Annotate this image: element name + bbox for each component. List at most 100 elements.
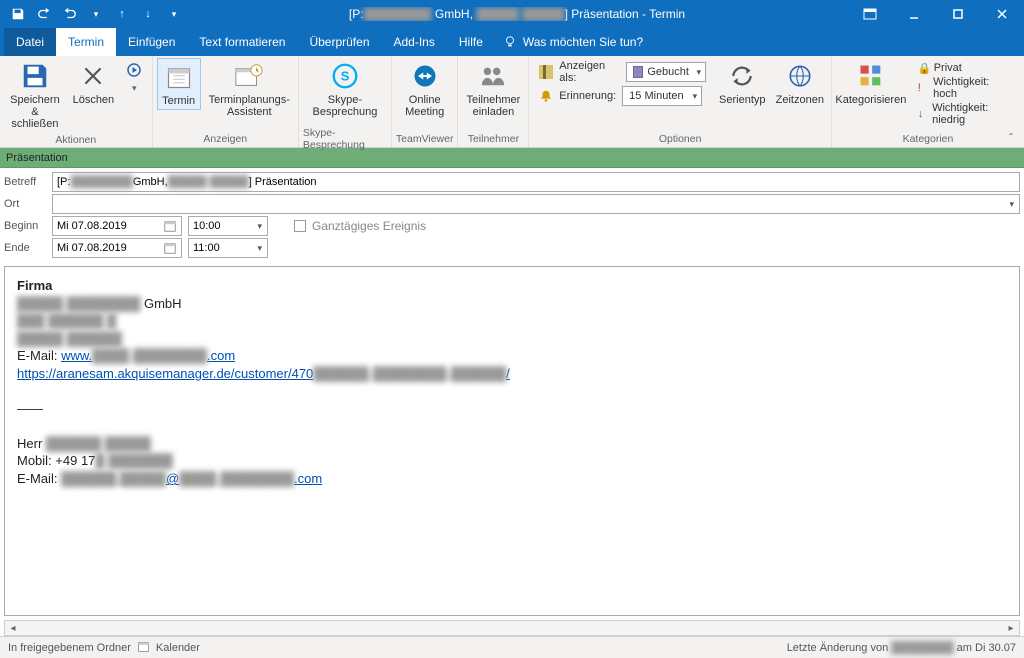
importance-low-button[interactable]: ↓Wichtigkeit: niedrig <box>918 102 1012 126</box>
tab-einfuegen[interactable]: Einfügen <box>116 28 187 56</box>
forward-menu-button[interactable]: ▾ <box>121 58 148 96</box>
firma-heading: Firma <box>17 278 52 293</box>
save-close-icon <box>19 60 51 92</box>
save-close-button[interactable]: Speichern & schließen <box>4 58 66 132</box>
private-button[interactable]: 🔒Privat <box>918 62 1012 74</box>
separator: —— <box>17 400 1007 418</box>
prev-item-icon[interactable]: ↑ <box>110 2 134 26</box>
exclamation-icon: ! <box>918 82 929 94</box>
importance-high-button[interactable]: !Wichtigkeit: hoch <box>918 76 1012 100</box>
skype-icon: S <box>329 60 361 92</box>
attendees-icon <box>477 60 509 92</box>
tab-termin[interactable]: Termin <box>56 28 116 56</box>
recurrence-icon <box>726 60 758 92</box>
minimize-icon[interactable] <box>892 0 936 28</box>
tell-me[interactable]: Was möchten Sie tun? <box>495 28 651 56</box>
timezones-button[interactable]: Zeitzonen <box>773 58 827 108</box>
termin-view-button[interactable]: Termin <box>157 58 201 110</box>
calendar-icon <box>163 61 195 93</box>
crm-link[interactable]: https://aranesam.akquisemanager.de/custo… <box>17 366 510 381</box>
last-change-status: Letzte Änderung von ████████ am Di 30.07 <box>787 642 1016 654</box>
recurrence-button[interactable]: Serientyp <box>716 58 769 108</box>
delete-icon <box>77 60 109 92</box>
ribbon-display-icon[interactable] <box>848 0 892 28</box>
lock-icon: 🔒 <box>918 62 930 74</box>
categorize-button[interactable]: Kategorisieren <box>836 58 906 108</box>
skype-meeting-button[interactable]: S Skype- Besprechung <box>308 58 381 120</box>
calendar-status: Kalender <box>156 642 200 654</box>
start-date-input[interactable]: Mi 07.08.2019 <box>52 216 182 236</box>
allday-label: Ganztägiges Ereignis <box>312 219 426 233</box>
ribbon-collapse-icon[interactable]: ˆ <box>1004 131 1018 145</box>
teamviewer-icon <box>409 60 441 92</box>
scroll-left-icon[interactable]: ◂ <box>5 623 21 634</box>
scheduling-assistant-button[interactable]: Terminplanungs- Assistent <box>205 58 294 120</box>
reminder-bell-icon <box>539 89 553 103</box>
ribbon: Speichern & schließen Löschen ▾ Aktionen… <box>0 56 1024 148</box>
invite-attendees-button[interactable]: Teilnehmer einladen <box>462 58 524 120</box>
end-label: Ende <box>4 242 46 254</box>
window-controls <box>848 0 1024 28</box>
contact-email-link[interactable]: ██████.█████@████-████████.com <box>61 471 322 486</box>
status-bar: In freigegebenem Ordner Kalender Letzte … <box>0 636 1024 658</box>
folder-status: In freigegebenem Ordner <box>8 642 131 654</box>
tab-file[interactable]: Datei <box>4 28 56 56</box>
svg-text:S: S <box>341 69 350 84</box>
group-kategorien: Kategorisieren 🔒Privat !Wichtigkeit: hoc… <box>832 56 1024 147</box>
tab-ueberpruefen[interactable]: Überprüfen <box>297 28 381 56</box>
calendar-picker-icon[interactable] <box>163 219 177 236</box>
appointment-body[interactable]: Firma █████ ████████ GmbH ███ ██████ █ █… <box>4 266 1020 616</box>
teamviewer-meeting-button[interactable]: Online Meeting <box>401 58 448 120</box>
tab-hilfe[interactable]: Hilfe <box>447 28 495 56</box>
group-label-teilnehmer: Teilnehmer <box>468 131 519 147</box>
location-input[interactable]: ▾ <box>52 194 1020 214</box>
allday-checkbox[interactable] <box>294 220 306 232</box>
chevron-down-icon[interactable]: ▾ <box>1009 199 1014 210</box>
delete-button[interactable]: Löschen <box>70 58 117 108</box>
quick-access-toolbar: ▾ ↑ ↓ ▾ <box>0 2 186 26</box>
end-date-input[interactable]: Mi 07.08.2019 <box>52 238 182 258</box>
next-item-icon[interactable]: ↓ <box>136 2 160 26</box>
undo-icon[interactable] <box>32 2 56 26</box>
title-bar: ▾ ↑ ↓ ▾ [P:████████ GmbH, █████ █████] P… <box>0 0 1024 28</box>
group-label-optionen: Optionen <box>659 131 702 147</box>
reminder-label: Erinnerung: <box>559 90 616 102</box>
ribbon-tabs: Datei Termin Einfügen Text formatieren Ü… <box>0 28 1024 56</box>
scheduling-icon <box>233 60 265 92</box>
start-time-input[interactable]: 10:00 <box>188 216 268 236</box>
categorize-icon <box>855 60 887 92</box>
horizontal-scrollbar[interactable]: ◂ ▸ <box>4 620 1020 636</box>
group-skype: S Skype- Besprechung Skype-Besprechung <box>299 56 392 147</box>
reminder-select[interactable]: 15 Minuten <box>622 86 702 106</box>
group-optionen: Anzeigen als: Gebucht Erinnerung: 15 Min… <box>529 56 832 147</box>
tab-text-formatieren[interactable]: Text formatieren <box>187 28 297 56</box>
calendar-picker-icon[interactable] <box>163 241 177 258</box>
close-icon[interactable] <box>980 0 1024 28</box>
category-bar: Präsentation <box>0 148 1024 168</box>
group-teamviewer: Online Meeting TeamViewer <box>392 56 459 147</box>
qat-more-icon[interactable]: ▾ <box>84 2 108 26</box>
lightbulb-icon <box>503 35 517 49</box>
save-icon[interactable] <box>6 2 30 26</box>
show-as-label: Anzeigen als: <box>559 60 620 84</box>
qat-customize-icon[interactable]: ▾ <box>162 2 186 26</box>
category-label: Präsentation <box>6 152 68 164</box>
group-label-anzeigen: Anzeigen <box>203 131 247 147</box>
start-label: Beginn <box>4 220 46 232</box>
maximize-icon[interactable] <box>936 0 980 28</box>
redo-icon[interactable] <box>58 2 82 26</box>
forward-icon <box>124 60 144 80</box>
group-label-skype: Skype-Besprechung <box>303 131 387 147</box>
company-email-link[interactable]: www.████-████████.com <box>61 348 235 363</box>
show-as-select[interactable]: Gebucht <box>626 62 706 82</box>
window-title: [P:████████ GmbH, █████ █████] Präsentat… <box>186 7 848 21</box>
arrow-down-icon: ↓ <box>918 108 928 120</box>
group-teilnehmer: Teilnehmer einladen Teilnehmer <box>458 56 529 147</box>
subject-input[interactable]: [P: ████████ GmbH, █████ █████ ] Präsent… <box>52 172 1020 192</box>
subject-label: Betreff <box>4 176 46 188</box>
calendar-status-icon <box>137 640 150 656</box>
tab-addins[interactable]: Add-Ins <box>382 28 447 56</box>
end-time-input[interactable]: 11:00 <box>188 238 268 258</box>
scroll-right-icon[interactable]: ▸ <box>1003 623 1019 634</box>
busy-swatch-icon <box>633 66 643 78</box>
